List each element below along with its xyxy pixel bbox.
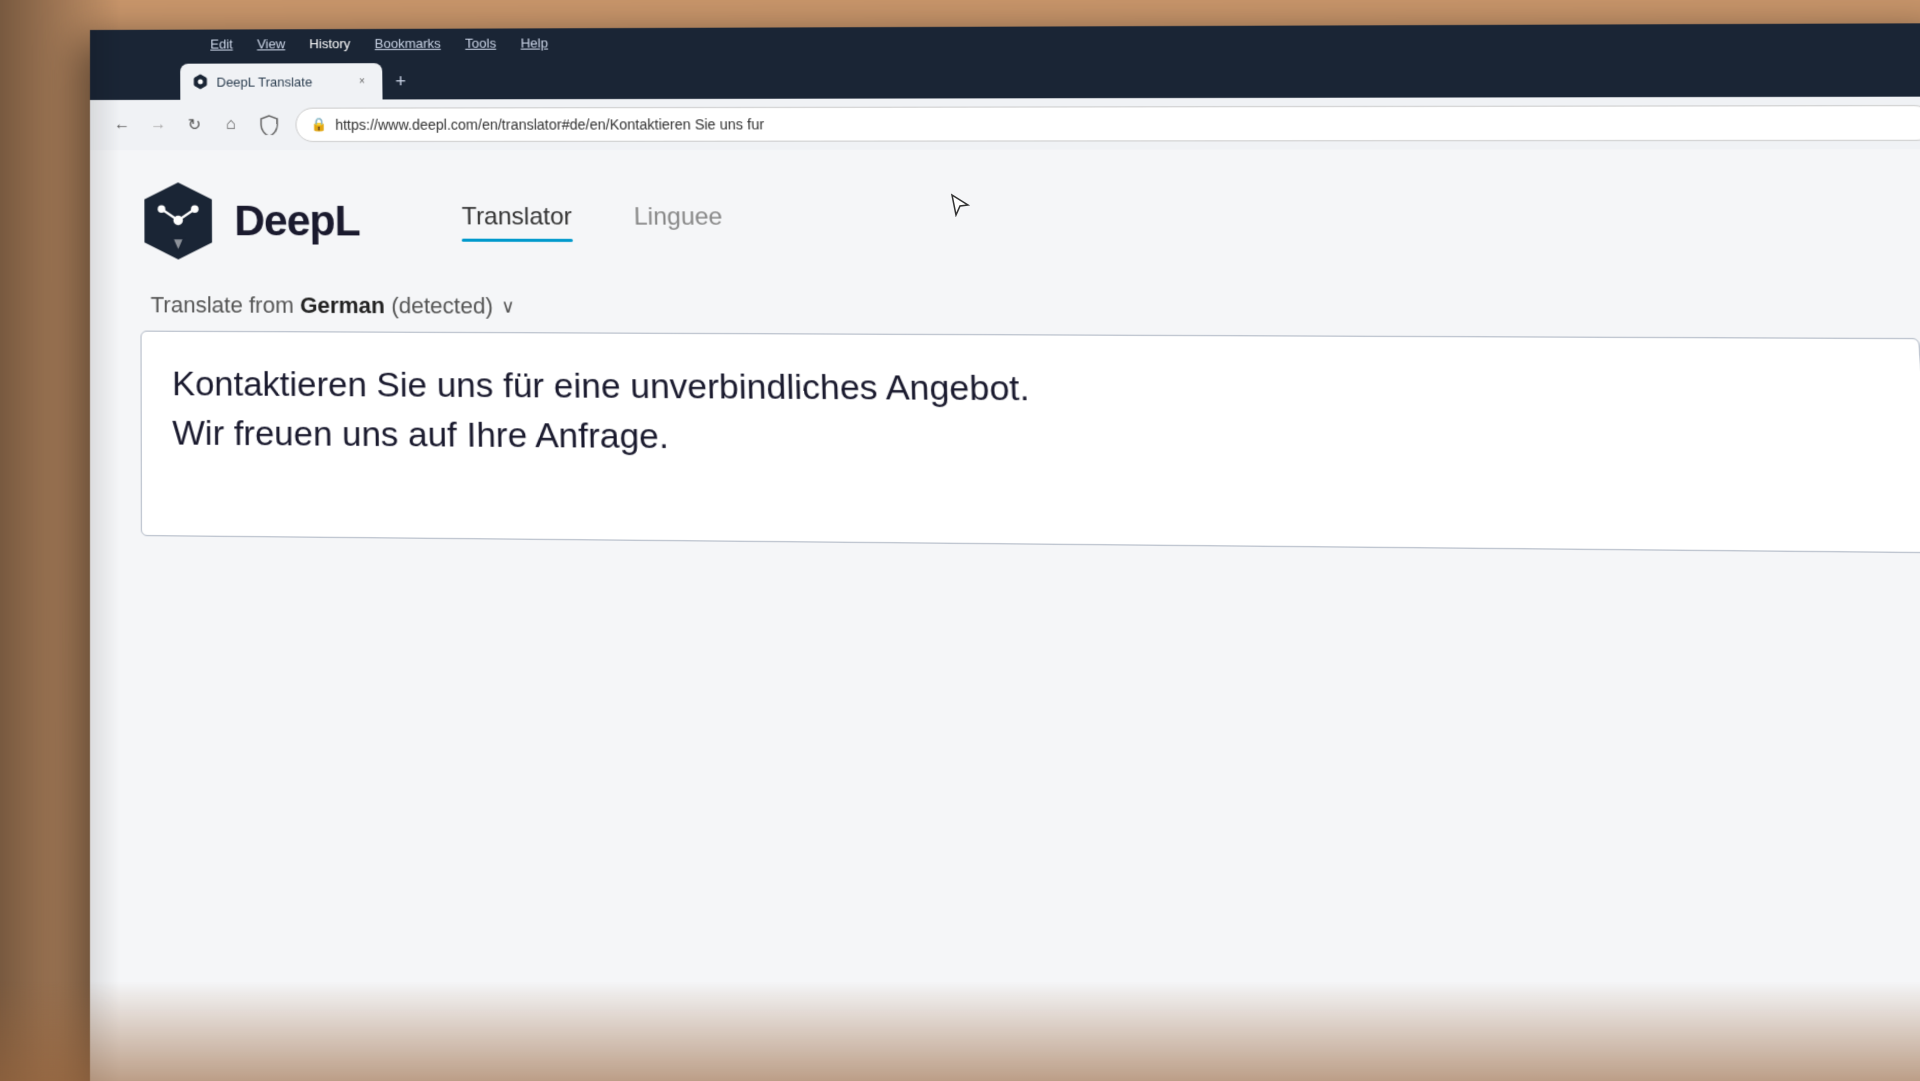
back-button[interactable]: ← <box>106 109 138 141</box>
menu-bookmarks[interactable]: Bookmarks <box>375 35 441 50</box>
home-button[interactable]: ⌂ <box>215 109 247 141</box>
lock-icon: 🔒 <box>311 117 328 133</box>
translate-from-label: Translate from German (detected) ∨ <box>140 292 1918 325</box>
forward-icon: → <box>150 116 166 134</box>
source-language-label: German <box>300 292 385 318</box>
nav-bar: ← → ↻ ⌂ 🔒 https://www.deepl.com/en/trans… <box>90 97 1920 151</box>
menu-help[interactable]: Help <box>521 35 549 50</box>
menu-view[interactable]: View <box>257 36 285 51</box>
back-icon: ← <box>114 116 130 134</box>
content-area: DeepL Translator Linguee Translate from … <box>90 149 1920 1081</box>
translate-section: Translate from German (detected) ∨ Konta… <box>140 292 1920 553</box>
tab-title: DeepL Translate <box>216 74 345 89</box>
deepl-header: DeepL Translator Linguee <box>140 180 1914 265</box>
url-text: https://www.deepl.com/en/translator#de/e… <box>335 115 1918 133</box>
deepl-page: DeepL Translator Linguee Translate from … <box>90 149 1920 586</box>
source-text-line2: Wir freuen uns auf Ihre Anfrage. <box>172 413 669 456</box>
language-selector[interactable]: (detected) ∨ <box>391 293 515 320</box>
nav-linguee[interactable]: Linguee <box>634 203 723 240</box>
source-text-box[interactable]: Kontaktieren Sie uns für eine unverbindl… <box>141 331 1920 554</box>
new-tab-button[interactable]: + <box>386 67 415 95</box>
tab-favicon-icon <box>192 74 208 90</box>
deepl-nav: Translator Linguee <box>462 203 723 240</box>
chevron-down-icon: ∨ <box>501 296 515 318</box>
tab-bar: DeepL Translate × + <box>90 53 1920 100</box>
deepl-logo-icon <box>140 180 216 261</box>
menu-tools[interactable]: Tools <box>465 35 496 50</box>
forward-button[interactable]: → <box>142 109 174 141</box>
browser-tab-deepl[interactable]: DeepL Translate × <box>180 63 382 100</box>
reload-button[interactable]: ↻ <box>178 109 210 141</box>
tab-close-button[interactable]: × <box>354 73 370 89</box>
translate-from-prefix: Translate from <box>151 292 301 318</box>
deepl-logo-wrap: DeepL <box>140 180 442 262</box>
nav-translator[interactable]: Translator <box>462 203 573 240</box>
shield-icon[interactable] <box>255 111 283 139</box>
menu-edit[interactable]: Edit <box>210 36 233 51</box>
screen-wrapper: Edit View History Bookmarks Tools Help D… <box>0 0 1920 1081</box>
deepl-brand-name: DeepL <box>234 197 360 246</box>
source-text: Kontaktieren Sie uns für eine unverbindl… <box>172 360 1893 471</box>
home-icon: ⌂ <box>226 116 236 134</box>
source-text-line1: Kontaktieren Sie uns für eine unverbindl… <box>172 364 1030 408</box>
browser-window: Edit View History Bookmarks Tools Help D… <box>90 23 1920 1081</box>
menu-history[interactable]: History <box>309 36 350 51</box>
reload-icon: ↻ <box>188 115 202 135</box>
url-bar[interactable]: 🔒 https://www.deepl.com/en/translator#de… <box>295 105 1920 142</box>
detected-label: (detected) <box>391 293 493 320</box>
